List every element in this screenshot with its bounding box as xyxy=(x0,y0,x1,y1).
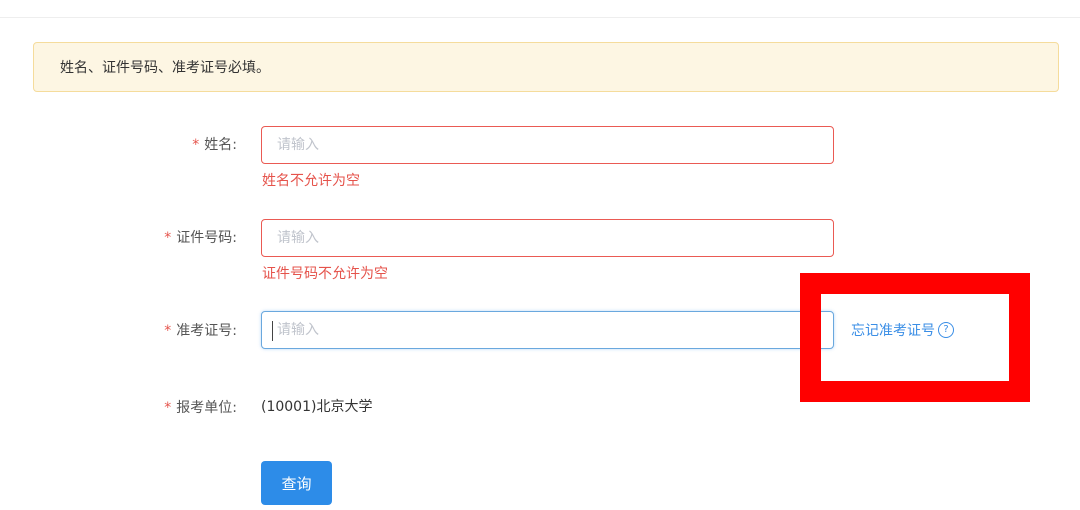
notice-text: 姓名、证件号码、准考证号必填。 xyxy=(60,60,270,76)
required-asterisk: * xyxy=(164,323,172,339)
name-error: 姓名不允许为空 xyxy=(262,173,360,189)
notice-banner: 姓名、证件号码、准考证号必填。 xyxy=(33,42,1059,92)
id-number-input[interactable] xyxy=(262,220,833,256)
id-number-field[interactable] xyxy=(261,219,834,257)
text-caret xyxy=(272,321,273,341)
unit-value: (10001)北京大学 xyxy=(261,399,373,415)
exam-number-field[interactable] xyxy=(261,311,834,349)
query-button[interactable]: 查询 xyxy=(261,461,332,505)
unit-label: * 报考单位: xyxy=(164,397,237,417)
exam-number-label-text: 准考证号: xyxy=(176,323,237,339)
required-asterisk: * xyxy=(164,230,172,246)
name-label-text: 姓名: xyxy=(204,137,237,153)
id-number-label: * 证件号码: xyxy=(164,227,237,247)
id-number-error: 证件号码不允许为空 xyxy=(262,266,388,282)
id-number-label-text: 证件号码: xyxy=(176,230,237,246)
exam-number-input[interactable] xyxy=(262,312,833,348)
unit-label-text: 报考单位: xyxy=(176,400,237,416)
question-circle-icon[interactable]: ? xyxy=(938,322,954,338)
top-divider xyxy=(0,17,1080,18)
name-field[interactable] xyxy=(261,126,834,164)
required-asterisk: * xyxy=(164,400,172,416)
name-input[interactable] xyxy=(262,127,833,163)
name-label: * 姓名: xyxy=(192,134,237,154)
forgot-exam-number-text: 忘记准考证号 xyxy=(851,323,935,339)
required-asterisk: * xyxy=(192,137,200,153)
exam-number-label: * 准考证号: xyxy=(164,320,237,340)
forgot-exam-number-link[interactable]: 忘记准考证号 ? xyxy=(851,320,954,340)
